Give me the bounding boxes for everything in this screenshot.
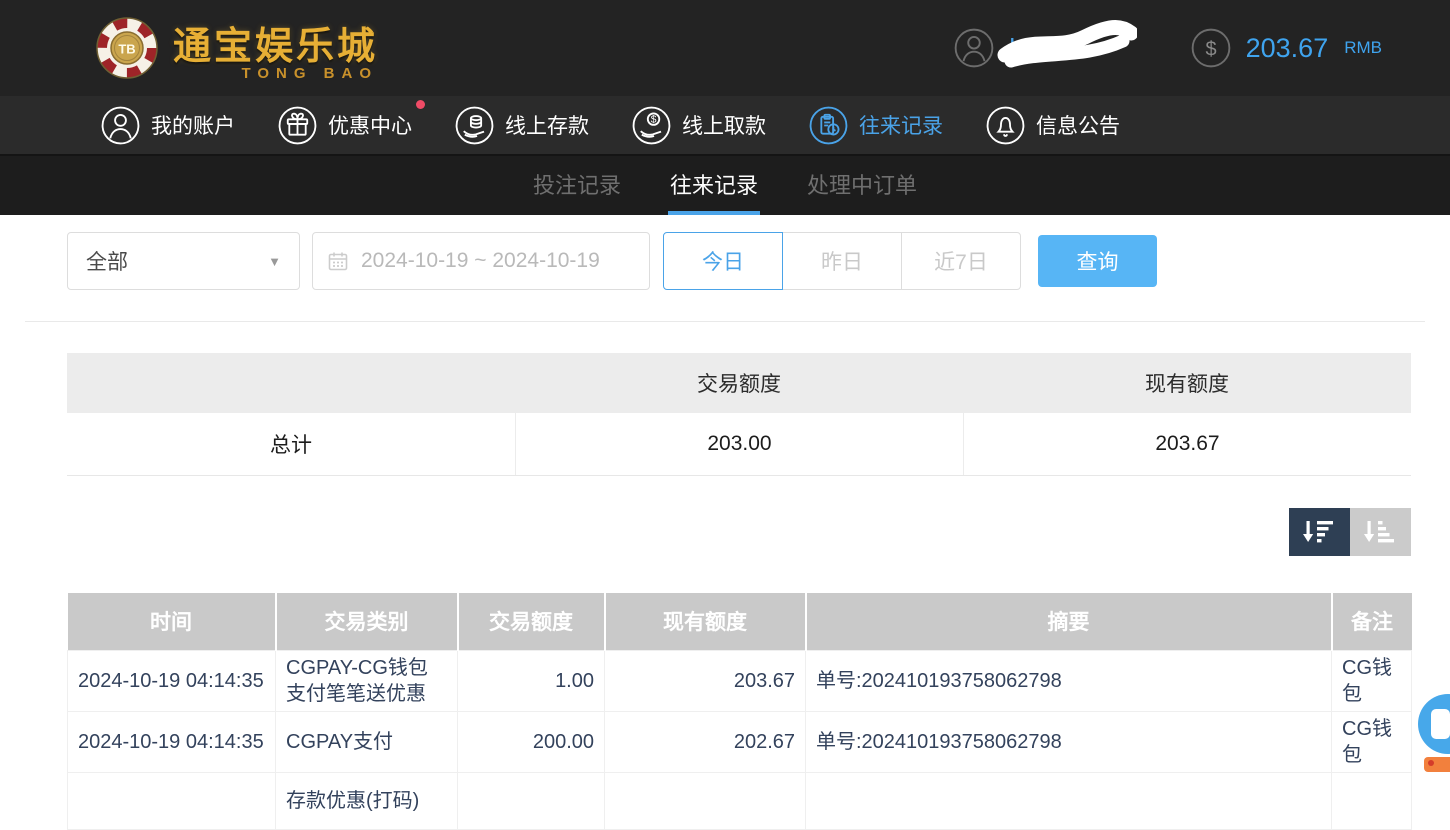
- balance-currency: RMB: [1344, 38, 1382, 58]
- type-select-value: 全部: [86, 246, 128, 276]
- section-divider: [25, 321, 1425, 322]
- query-button[interactable]: 查询: [1038, 235, 1157, 287]
- tab-betting-records[interactable]: 投注记录: [531, 156, 623, 215]
- table-header-row: 时间 交易类别 交易额度 现有额度 摘要 备注: [68, 593, 1412, 650]
- withdraw-dollar-icon: $: [631, 105, 672, 146]
- nav-item-withdraw[interactable]: $ 线上取款: [631, 105, 766, 146]
- sort-controls: [67, 508, 1411, 556]
- quick-button-last7days[interactable]: 近7日: [901, 232, 1021, 290]
- username-text: bc7335: [1009, 33, 1094, 64]
- table-row: 2024-10-19 04:14:35 CGPAY支付 200.00 202.6…: [68, 711, 1412, 772]
- records-clipboard-icon: [808, 105, 849, 146]
- user-account[interactable]: bc7335: [953, 27, 1094, 69]
- nav-item-my-account[interactable]: 我的账户: [100, 105, 235, 146]
- svg-text:$: $: [1205, 38, 1216, 60]
- logo-chip-text: TB: [118, 42, 135, 57]
- col-header-summary: 摘要: [806, 593, 1332, 650]
- quick-date-group: 今日 昨日 近7日: [663, 232, 1021, 290]
- bell-icon: [985, 105, 1026, 146]
- balance-amount: 203.67: [1246, 33, 1329, 64]
- nav-item-announcements[interactable]: 信息公告: [985, 105, 1120, 146]
- table-row: 存款优惠(打码): [68, 772, 1412, 829]
- sort-descending-icon: [1303, 519, 1337, 545]
- col-header-time: 时间: [68, 593, 276, 650]
- site-title: 通宝娱乐城: [173, 15, 378, 70]
- tab-transaction-records[interactable]: 往来记录: [668, 156, 760, 215]
- site-logo[interactable]: TB 通宝娱乐城 TONG BAO: [95, 15, 378, 82]
- quick-button-yesterday[interactable]: 昨日: [782, 232, 902, 290]
- date-range-input[interactable]: 2024-10-19 ~ 2024-10-19: [312, 232, 650, 290]
- chevron-down-icon: ▼: [268, 254, 281, 269]
- top-header: TB 通宝娱乐城 TONG BAO bc7335: [0, 0, 1450, 96]
- summary-total-row: 总计 203.00 203.67: [67, 413, 1411, 476]
- user-avatar-icon: [953, 27, 995, 69]
- record-subtabs: 投注记录 往来记录 处理中订单: [0, 156, 1450, 215]
- user-icon: [100, 105, 141, 146]
- summary-header-current-balance: 现有额度: [963, 368, 1411, 398]
- balance[interactable]: $ 203.67 RMB: [1190, 27, 1382, 69]
- summary-table: 交易额度 现有额度 总计 203.00 203.67: [67, 353, 1411, 476]
- col-header-note: 备注: [1332, 593, 1412, 650]
- nav-item-deposit[interactable]: 线上存款: [454, 105, 589, 146]
- quick-button-today[interactable]: 今日: [663, 232, 783, 290]
- calendar-icon: [327, 250, 349, 272]
- dollar-circle-icon: $: [1190, 27, 1232, 69]
- notification-dot: [416, 100, 425, 109]
- date-range-value: 2024-10-19 ~ 2024-10-19: [361, 249, 600, 273]
- summary-trade-amount-value: 203.00: [515, 413, 963, 475]
- col-header-type: 交易类别: [276, 593, 458, 650]
- sort-ascending-button[interactable]: [1350, 508, 1411, 556]
- deposit-coins-icon: [454, 105, 495, 146]
- main-content: 全部 ▼ 2024-10-19 ~ 2024-10-19 今日 昨日 近7日 查…: [0, 215, 1450, 830]
- floating-promo-button[interactable]: [1424, 757, 1450, 772]
- nav-item-promotions[interactable]: 优惠中心: [277, 105, 412, 146]
- summary-current-balance-value: 203.67: [963, 413, 1411, 475]
- poker-chip-logo-icon: TB: [95, 16, 159, 80]
- col-header-current-balance: 现有额度: [605, 593, 806, 650]
- tab-pending-orders[interactable]: 处理中订单: [805, 156, 919, 215]
- svg-text:$: $: [651, 114, 657, 125]
- gift-icon: [277, 105, 318, 146]
- transactions-table: 时间 交易类别 交易额度 现有额度 摘要 备注 2024-10-19 04:14…: [67, 593, 1412, 830]
- col-header-trade-amount: 交易额度: [458, 593, 605, 650]
- sort-descending-button[interactable]: [1289, 508, 1350, 556]
- sort-ascending-icon: [1364, 519, 1398, 545]
- summary-header-trade-amount: 交易额度: [515, 368, 963, 398]
- nav-item-transaction-records[interactable]: 往来记录: [808, 105, 943, 146]
- summary-total-label: 总计: [67, 413, 515, 475]
- table-row: 2024-10-19 04:14:35 CGPAY-CG钱包支付笔笔送优惠 1.…: [68, 650, 1412, 711]
- main-navigation: 我的账户 优惠中心 线上存款 $ 线上取款: [0, 96, 1450, 156]
- filter-bar: 全部 ▼ 2024-10-19 ~ 2024-10-19 今日 昨日 近7日 查…: [67, 232, 1411, 290]
- type-select[interactable]: 全部 ▼: [67, 232, 300, 290]
